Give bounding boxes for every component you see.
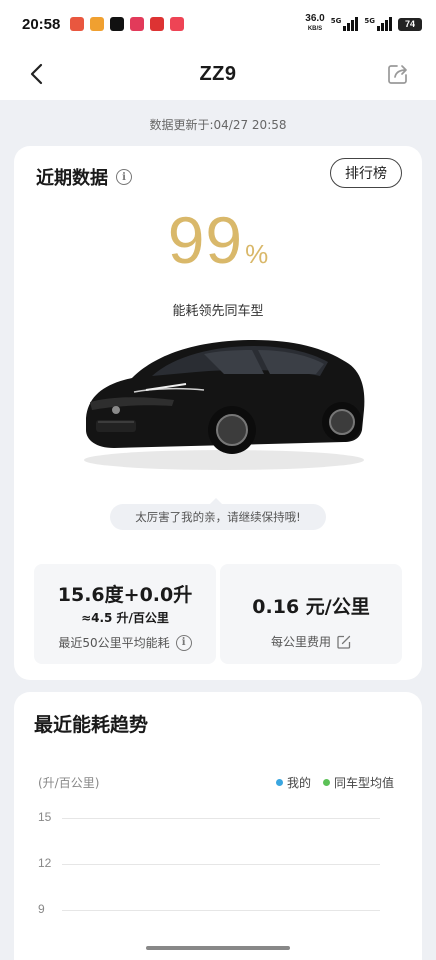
info-icon[interactable]: i <box>175 634 192 651</box>
avg-consumption-equivalent: ≈4.5 升/百公里 <box>81 611 169 625</box>
car-image <box>84 340 365 470</box>
notification-icons <box>70 17 185 31</box>
legend-item-mine: 我的 <box>275 774 311 791</box>
ranking-button[interactable]: 排行榜 <box>330 158 402 188</box>
y-tick-label: 12 <box>38 856 52 870</box>
page-title: ZZ9 <box>199 62 237 85</box>
gridline <box>62 818 380 819</box>
info-icon[interactable]: i <box>116 169 132 185</box>
app-notification-icon <box>70 17 85 31</box>
cost-per-km-label-row: 每公里费用 <box>220 633 402 650</box>
legend-dot <box>322 779 330 786</box>
avg-consumption-value: 15.6度+0.0升 <box>57 584 193 606</box>
back-icon[interactable] <box>26 62 50 86</box>
update-time: 数据更新于:04/27 20:58 <box>149 118 287 132</box>
gridline <box>62 864 380 865</box>
signal-icon: 5G <box>364 17 392 31</box>
legend-dot <box>275 779 283 786</box>
avg-consumption-box: 15.6度+0.0升 ≈4.5 升/百公里 最近50公里平均能耗 i <box>34 564 216 664</box>
app-notification-icon <box>170 17 185 31</box>
recent-data-title: 近期数据 <box>36 168 108 189</box>
app-notification-icon <box>90 17 105 31</box>
trend-legend: 我的 同车型均值 <box>275 774 394 791</box>
music-icon <box>130 17 145 31</box>
status-indicators: 36.0 KB/S 5G 5G 74 <box>305 14 422 34</box>
home-indicator[interactable] <box>146 946 290 950</box>
cost-per-km-box: 0.16 元/公里 每公里费用 <box>220 564 402 664</box>
signal-icon: 5G <box>331 17 359 31</box>
avg-consumption-label: 最近50公里平均能耗 <box>58 636 170 650</box>
gridline <box>62 910 380 911</box>
cost-per-km-value: 0.16 元/公里 <box>252 596 370 618</box>
percent-value: 99 <box>167 203 244 277</box>
y-tick-label: 15 <box>38 810 52 824</box>
recent-data-header: 近期数据 i <box>36 164 132 190</box>
app-notification-icon <box>150 17 165 31</box>
avg-consumption-label-row: 最近50公里平均能耗 i <box>34 634 216 651</box>
consumption-trend-card: 最近能耗趋势 (升/百公里) 我的 同车型均值 15 12 9 <box>14 692 422 960</box>
trend-title: 最近能耗趋势 <box>34 714 149 736</box>
percent-caption: 能耗领先同车型 <box>172 304 264 319</box>
encouragement-bubble: 太厉害了我的亲，请继续保持哦! <box>110 498 326 530</box>
efficiency-percent: 99% <box>14 202 422 278</box>
network-speed: 36.0 KB/S <box>305 13 325 33</box>
status-bar: 20:58 36.0 KB/S 5G 5G 74 <box>0 0 436 48</box>
y-tick-label: 9 <box>38 902 45 916</box>
tiktok-icon <box>110 17 125 31</box>
nav-bar: ZZ9 <box>0 48 436 100</box>
status-time: 20:58 <box>22 15 61 33</box>
edit-icon[interactable] <box>337 635 351 649</box>
cost-per-km-label: 每公里费用 <box>270 635 331 649</box>
share-icon[interactable] <box>386 62 410 86</box>
trend-unit-label: (升/百公里) <box>38 776 100 790</box>
recent-data-card: 近期数据 i 排行榜 99% 能耗领先同车型 太厉害了我的亲，请继续保持哦! 1… <box>14 146 422 680</box>
battery-icon: 74 <box>398 17 422 31</box>
percent-sign: % <box>245 239 269 269</box>
legend-item-average: 同车型均值 <box>322 774 394 791</box>
